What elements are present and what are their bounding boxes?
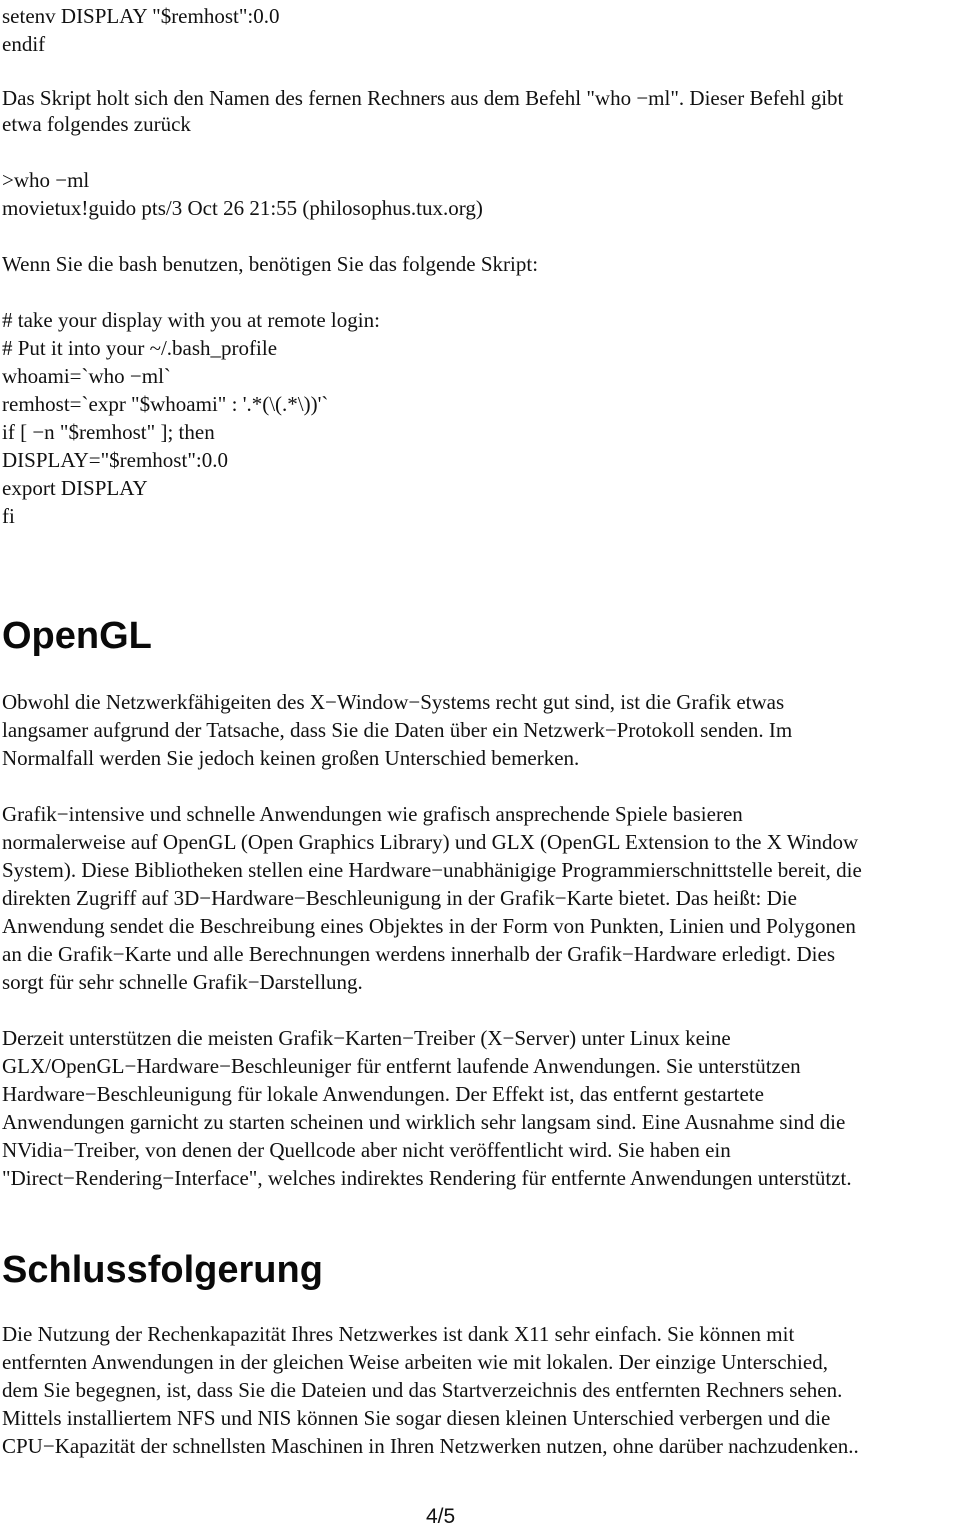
command-line: >who −ml: [2, 168, 90, 192]
page-number: 4/5: [426, 1505, 456, 1528]
paragraph-line: Derzeit unterstützen die meisten Grafik−…: [2, 1026, 731, 1050]
paragraph-line: Hardware−Beschleunigung für lokale Anwen…: [2, 1082, 764, 1106]
paragraph-line: "Direct−Rendering−Interface", welches in…: [2, 1166, 852, 1190]
code-line: if [ −n "$remhost" ]; then: [2, 420, 215, 444]
code-line: DISPLAY="$remhost":0.0: [2, 448, 228, 472]
paragraph-line: direkten Zugriff auf 3D−Hardware−Beschle…: [2, 886, 797, 910]
paragraph-line: normalerweise auf OpenGL (Open Graphics …: [2, 830, 859, 854]
code-line: # Put it into your ~/.bash_profile: [2, 336, 278, 360]
paragraph-line: Das Skript holt sich den Namen des ferne…: [2, 86, 844, 110]
paragraph-line: NVidia−Treiber, von denen der Quellcode …: [2, 1138, 731, 1162]
paragraph-line: GLX/OpenGL−Hardware−Beschleuniger für en…: [2, 1054, 801, 1078]
paragraph-line: entfernten Anwendungen in der gleichen W…: [2, 1350, 828, 1374]
paragraph-line: Die Nutzung der Rechenkapazität Ihres Ne…: [2, 1322, 795, 1346]
paragraph-line: Anwendung sendet die Beschreibung eines …: [2, 914, 856, 938]
paragraph-line: Normalfall werden Sie jedoch keinen groß…: [2, 746, 580, 770]
paragraph-line: Grafik−intensive und schnelle Anwendunge…: [2, 802, 743, 826]
paragraph-line: Anwendungen garnicht zu starten scheinen…: [2, 1110, 846, 1134]
paragraph-line: langsamer aufgrund der Tatsache, dass Si…: [2, 718, 793, 742]
paragraph-line: CPU−Kapazität der schnellsten Maschinen …: [2, 1434, 859, 1458]
section-heading-schlussfolgerung: Schlussfolgerung: [2, 1249, 323, 1291]
code-line: # take your display with you at remote l…: [2, 308, 380, 332]
paragraph-line: Wenn Sie die bash benutzen, benötigen Si…: [2, 252, 539, 276]
paragraph-line: dem Sie begegnen, ist, dass Sie die Date…: [2, 1378, 843, 1402]
code-line: fi: [2, 504, 15, 528]
code-line: export DISPLAY: [2, 476, 148, 500]
paragraph-line: Obwohl die Netzwerkfähigeiten des X−Wind…: [2, 690, 785, 714]
paragraph-line: sorgt für sehr schnelle Grafik−Darstellu…: [2, 970, 363, 994]
code-line: setenv DISPLAY "$remhost":0.0: [2, 4, 280, 28]
command-output-line: movietux!guido pts/3 Oct 26 21:55 (philo…: [2, 196, 483, 220]
paragraph-line: an die Grafik−Karte und alle Berechnunge…: [2, 942, 836, 966]
code-line: remhost=`expr "$whoami" : '.*(\(.*\))'`: [2, 392, 329, 416]
code-line: whoami=`who −ml`: [2, 364, 171, 388]
paragraph-line: Mittels installiertem NFS und NIS können…: [2, 1406, 831, 1430]
paragraph-line: etwa folgendes zurück: [2, 112, 191, 136]
section-heading-opengl: OpenGL: [2, 615, 152, 657]
paragraph-line: System). Diese Bibliotheken stellen eine…: [2, 858, 862, 882]
code-line: endif: [2, 32, 46, 56]
